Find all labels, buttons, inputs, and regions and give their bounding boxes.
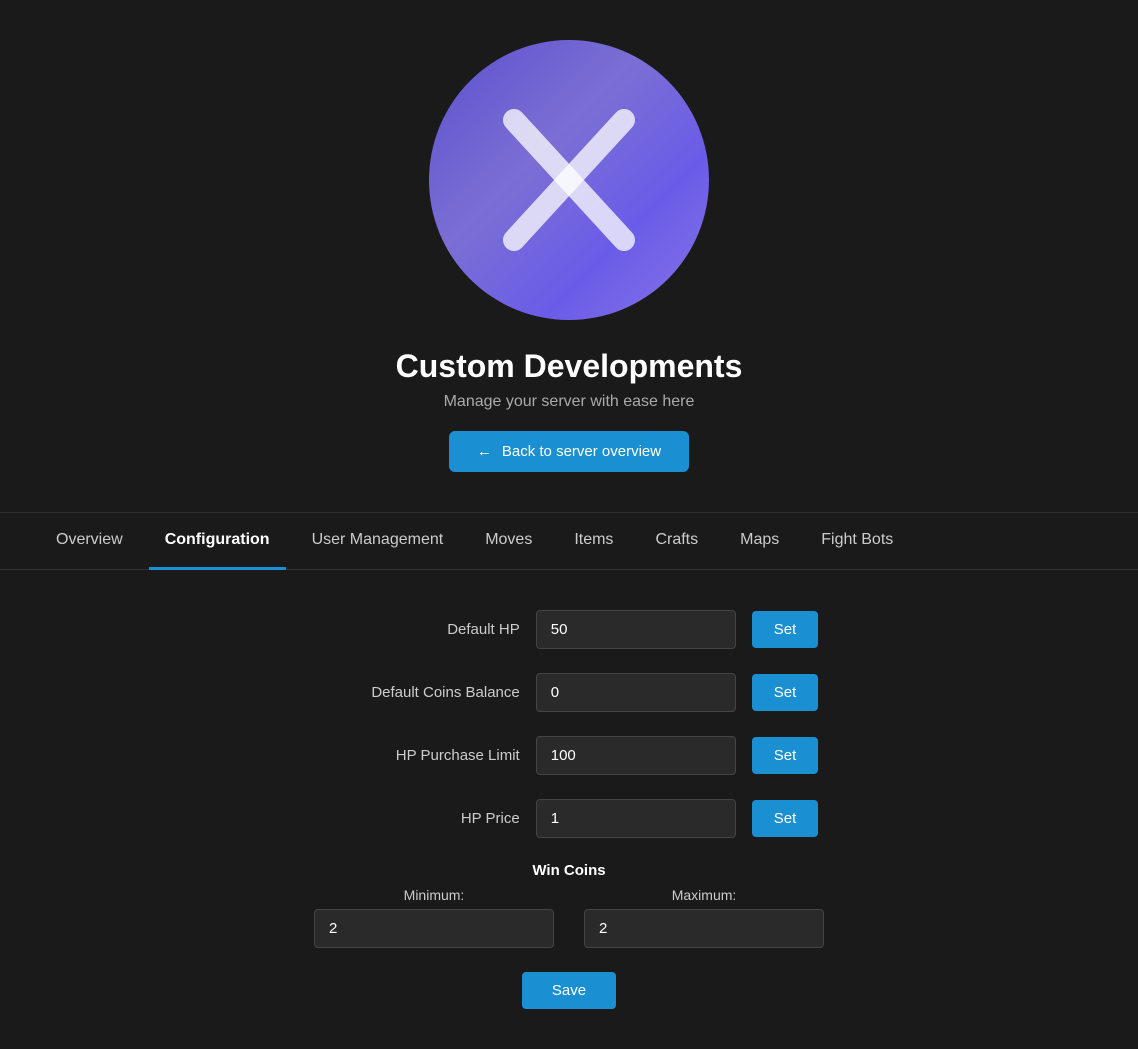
maximum-label: Maximum: [672,887,737,903]
content-section: Default HP Set Default Coins Balance Set… [119,570,1019,1049]
default-coins-row: Default Coins Balance Set [139,673,999,712]
hp-price-input[interactable] [536,799,736,838]
hp-price-set-button[interactable]: Set [752,800,819,837]
tab-user-management[interactable]: User Management [296,513,460,570]
app-logo [429,40,709,320]
back-button[interactable]: ← Back to server overview [449,431,689,472]
arrow-left-icon: ← [477,443,492,460]
minimum-label: Minimum: [404,887,465,903]
header-section: Custom Developments Manage your server w… [0,0,1138,502]
hp-purchase-limit-input[interactable] [536,736,736,775]
hp-price-label: HP Price [320,810,520,827]
win-coins-title: Win Coins [139,862,999,879]
default-hp-label: Default HP [320,621,520,638]
back-button-label: Back to server overview [502,443,661,460]
maximum-input[interactable] [584,909,824,948]
minimum-input[interactable] [314,909,554,948]
tab-maps[interactable]: Maps [724,513,795,570]
hp-purchase-limit-set-button[interactable]: Set [752,737,819,774]
tab-fight-bots[interactable]: Fight Bots [805,513,909,570]
minimum-group: Minimum: [314,887,554,948]
default-hp-input[interactable] [536,610,736,649]
default-coins-input[interactable] [536,673,736,712]
default-coins-set-button[interactable]: Set [752,674,819,711]
logo-x-icon [489,100,649,260]
hp-purchase-limit-label: HP Purchase Limit [320,747,520,764]
hp-price-row: HP Price Set [139,799,999,838]
tab-configuration[interactable]: Configuration [149,513,286,570]
hp-purchase-limit-row: HP Purchase Limit Set [139,736,999,775]
tab-items[interactable]: Items [558,513,629,570]
tab-moves[interactable]: Moves [469,513,548,570]
app-subtitle: Manage your server with ease here [444,393,695,411]
default-hp-row: Default HP Set [139,610,999,649]
maximum-group: Maximum: [584,887,824,948]
save-button[interactable]: Save [522,972,616,1009]
nav-tabs: Overview Configuration User Management M… [0,513,1138,570]
tab-overview[interactable]: Overview [40,513,139,570]
default-coins-label: Default Coins Balance [320,684,520,701]
tab-crafts[interactable]: Crafts [639,513,714,570]
app-title: Custom Developments [396,348,743,385]
win-coins-section: Win Coins Minimum: Maximum: Save [139,862,999,1009]
default-hp-set-button[interactable]: Set [752,611,819,648]
win-coins-row: Minimum: Maximum: [139,887,999,948]
